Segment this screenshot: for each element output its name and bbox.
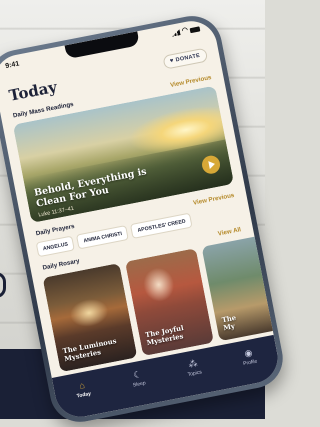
tab-profile-label: Profile [242, 358, 258, 368]
tab-topics[interactable]: ⁂ Topics [172, 355, 215, 380]
donate-button[interactable]: ♥ DONATE [161, 47, 209, 70]
signal-icon [171, 29, 181, 37]
tab-topics-label: Topics [187, 369, 203, 378]
play-icon [208, 159, 216, 169]
home-icon: ⌂ [78, 379, 86, 391]
page-title: Today [7, 77, 59, 105]
heart-icon: ♥ [169, 57, 175, 65]
battery-icon [189, 25, 201, 33]
topics-icon: ⁂ [187, 358, 199, 370]
rosary-card-title: The Joyful Mysteries [144, 324, 185, 348]
rosary-card-title: The My [221, 313, 237, 333]
tab-profile[interactable]: ◉ Profile [228, 344, 271, 369]
donate-label: DONATE [175, 52, 201, 64]
tab-today[interactable]: ⌂ Today [61, 377, 104, 402]
tab-today-label: Today [76, 390, 92, 400]
tab-sleep-label: Sleep [132, 380, 147, 389]
rosary-card-luminous[interactable]: The Luminous Mysteries [42, 263, 138, 373]
rosary-card-joyful[interactable]: The Joyful Mysteries [124, 248, 214, 357]
rosary-view-all-link[interactable]: View All [217, 226, 241, 237]
tab-sleep[interactable]: ☾ Sleep [117, 366, 160, 391]
profile-icon: ◉ [243, 347, 254, 359]
status-time: 9:41 [4, 60, 20, 71]
rosary-section-label: Daily Rosary [42, 257, 81, 272]
status-icons: ◠ [171, 25, 201, 36]
rosary-card-title: The Luminous Mysteries [62, 337, 118, 364]
moon-icon: ☾ [132, 368, 143, 381]
wifi-icon: ◠ [181, 26, 189, 35]
